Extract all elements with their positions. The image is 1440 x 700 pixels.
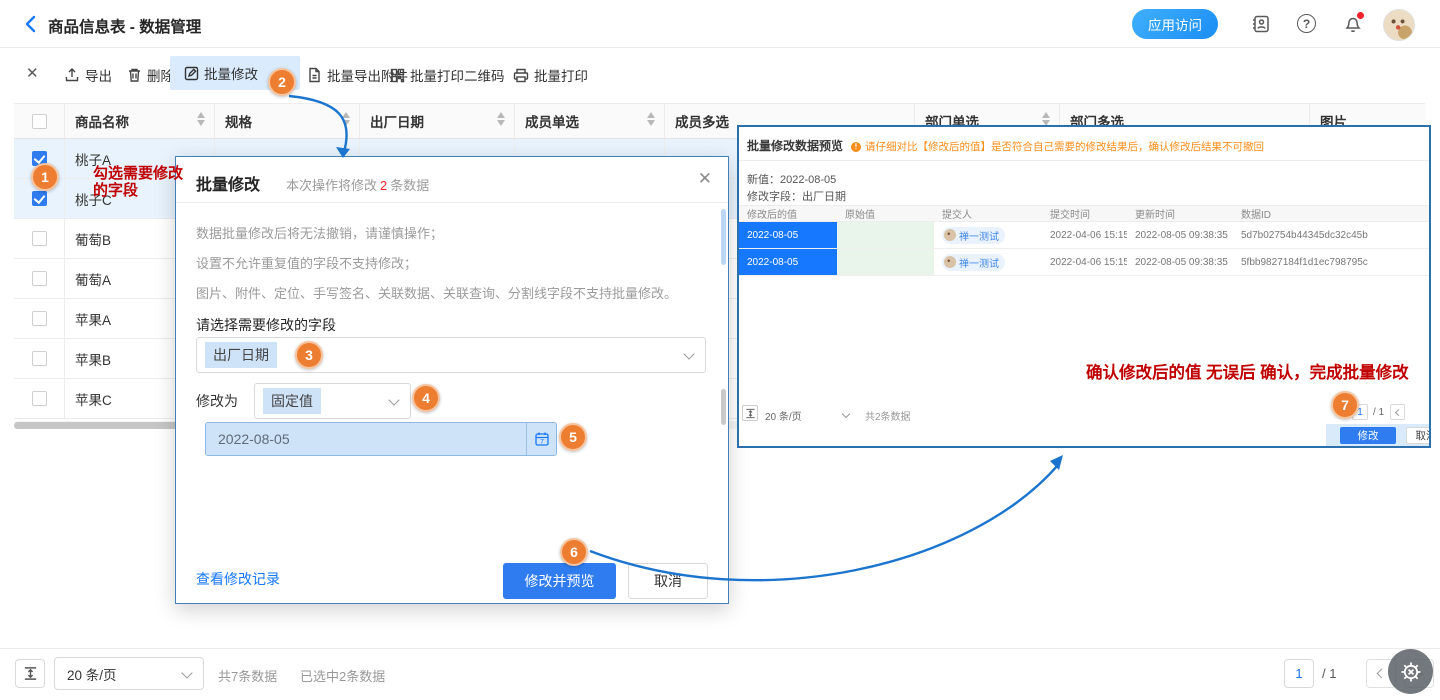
scrollbar-thumb[interactable]: [721, 389, 726, 425]
chevron-down-icon: [683, 348, 694, 359]
trash-icon: [127, 67, 142, 83]
dialog-warning-1: 数据批量修改后将无法撤销，请谨慎操作；: [196, 223, 443, 242]
row-checkbox[interactable]: [32, 351, 47, 366]
warning-icon: !: [851, 142, 861, 152]
app-header: 商品信息表 - 数据管理 应用访问 ?: [0, 0, 1440, 48]
batch-edit-dialog: 批量修改 本次操作将修改2条数据 ✕ 数据批量修改后将无法撤销，请谨慎操作； 设…: [175, 156, 729, 604]
preview-title: 批量修改数据预览: [747, 137, 843, 154]
step-badge-5: 5: [559, 423, 587, 451]
field-select[interactable]: 出厂日期: [196, 337, 706, 373]
settings-gear-button[interactable]: [1388, 649, 1433, 694]
sort-icon[interactable]: [497, 112, 505, 126]
close-icon[interactable]: ✕: [698, 169, 712, 189]
preview-table: 修改后的值 原始值 提交人 提交时间 更新时间 数据ID 2022-08-05 …: [739, 205, 1429, 276]
dialog-warning-3: 图片、附件、定位、手写签名、关联数据、关联查询、分割线字段不支持批量修改。: [196, 283, 677, 302]
batch-print-qrcode-button[interactable]: 批量打印二维码: [390, 60, 505, 90]
row-height-icon[interactable]: [742, 405, 758, 421]
submitter-tag: 禅一测试: [942, 254, 1005, 271]
page-input[interactable]: 1: [1284, 659, 1314, 688]
selected-count: 已选中2条数据: [300, 666, 385, 685]
calendar-icon[interactable]: 7: [526, 423, 556, 455]
preview-header-row: 修改后的值 原始值 提交人 提交时间 更新时间 数据ID: [739, 205, 1429, 222]
preview-prev-page-button[interactable]: [1390, 404, 1405, 420]
chevron-down-icon: [388, 394, 399, 405]
preview-page-size-select[interactable]: 20 条/页: [765, 408, 802, 423]
date-value-input[interactable]: 2022-08-05 7: [205, 422, 557, 456]
annotation-select-fields: 勾选需要修改 的字段: [93, 165, 183, 199]
modify-as-label: 修改为: [196, 391, 238, 411]
step-badge-7: 7: [1331, 391, 1359, 419]
step-badge-2: 2: [268, 68, 296, 96]
step-badge-3: 3: [295, 341, 323, 369]
delete-button[interactable]: 删除: [127, 60, 174, 90]
annotation-confirm-values: 确认修改后的值 无误后 确认，完成批量修改: [1086, 359, 1431, 383]
chevron-left-icon: [1395, 408, 1402, 415]
chevron-down-icon: [842, 410, 850, 418]
back-icon[interactable]: [22, 14, 42, 34]
app-access-button[interactable]: 应用访问: [1132, 9, 1218, 39]
sort-icon[interactable]: [197, 112, 205, 126]
batch-toolbar: ✕ 导出 删除 批量修改 批量导出附件 批量打印二维码 批量打印: [0, 48, 1440, 102]
preview-confirm-button[interactable]: 修改: [1340, 427, 1396, 444]
dialog-warning-2: 设置不允许重复值的字段不支持修改；: [196, 253, 417, 272]
row-checkbox[interactable]: [32, 231, 47, 246]
notification-bell-icon[interactable]: [1343, 14, 1363, 34]
preview-row: 2022-08-05 禅一测试 2022-04-06 15:15:37 2022…: [739, 222, 1429, 249]
pagination-bar: 20 条/页 共7条数据 已选中2条数据 1 / 1: [0, 648, 1440, 700]
step-badge-1: 1: [31, 163, 59, 191]
submitter-avatar: [944, 256, 956, 268]
edit-icon: [184, 66, 199, 81]
select-all-checkbox[interactable]: [32, 114, 47, 129]
chevron-down-icon: [181, 667, 192, 678]
batch-edit-preview-panel: 批量修改数据预览 ! 请仔细对比【修改后的值】是否符合自己需要的修改结果后，确认…: [737, 125, 1431, 448]
preview-page-total: / 1: [1373, 407, 1384, 418]
edit-and-preview-button[interactable]: 修改并预览: [503, 563, 616, 599]
attachment-icon: [307, 67, 322, 83]
row-checkbox[interactable]: [32, 391, 47, 406]
contacts-icon[interactable]: [1251, 14, 1271, 34]
row-height-icon[interactable]: [15, 659, 45, 688]
submitter-avatar: [944, 229, 956, 241]
cancel-button[interactable]: 取消: [628, 563, 708, 599]
dialog-title: 批量修改: [196, 171, 260, 195]
avatar[interactable]: [1383, 9, 1415, 41]
help-icon[interactable]: ?: [1297, 14, 1317, 34]
field-section-label: 请选择需要修改的字段: [196, 315, 336, 335]
svg-text:7: 7: [540, 439, 544, 446]
view-history-link[interactable]: 查看修改记录: [196, 569, 280, 589]
preview-modified-field: 修改字段：出厂日期: [747, 188, 846, 204]
preview-cancel-button[interactable]: 取消: [1406, 427, 1431, 444]
submitter-tag: 禅一测试: [942, 227, 1005, 244]
step-badge-4: 4: [412, 384, 440, 412]
close-selection-icon[interactable]: ✕: [26, 64, 39, 82]
scrollbar-thumb[interactable]: [721, 209, 726, 265]
modify-mode-select[interactable]: 固定值: [254, 383, 411, 419]
preview-total-count: 共2条数据: [865, 408, 911, 423]
row-checkbox[interactable]: [32, 191, 47, 206]
batch-print-button[interactable]: 批量打印: [513, 60, 588, 90]
dialog-subtitle: 本次操作将修改2条数据: [286, 175, 429, 194]
page-title: 商品信息表 - 数据管理: [48, 15, 201, 37]
sort-icon[interactable]: [1042, 112, 1050, 126]
total-count: 共7条数据: [218, 666, 277, 685]
export-icon: [64, 67, 80, 83]
page-total: / 1: [1322, 666, 1336, 681]
row-checkbox[interactable]: [32, 311, 47, 326]
qrcode-icon: [390, 68, 405, 83]
gear-icon: [1399, 660, 1423, 684]
export-button[interactable]: 导出: [64, 60, 112, 90]
printer-icon: [513, 68, 529, 83]
page-size-select[interactable]: 20 条/页: [54, 657, 204, 690]
notification-dot: [1357, 12, 1364, 19]
preview-warning: ! 请仔细对比【修改后的值】是否符合自己需要的修改结果后，确认修改后结果不可撤回: [851, 139, 1264, 154]
chevron-left-icon: [1377, 669, 1387, 679]
preview-row: 2022-08-05 禅一测试 2022-04-06 15:15:37 2022…: [739, 249, 1429, 276]
sort-icon[interactable]: [342, 112, 350, 126]
preview-new-value: 新值：2022-08-05: [747, 171, 836, 187]
step-badge-6: 6: [560, 538, 588, 566]
row-checkbox[interactable]: [32, 271, 47, 286]
sort-icon[interactable]: [647, 112, 655, 126]
